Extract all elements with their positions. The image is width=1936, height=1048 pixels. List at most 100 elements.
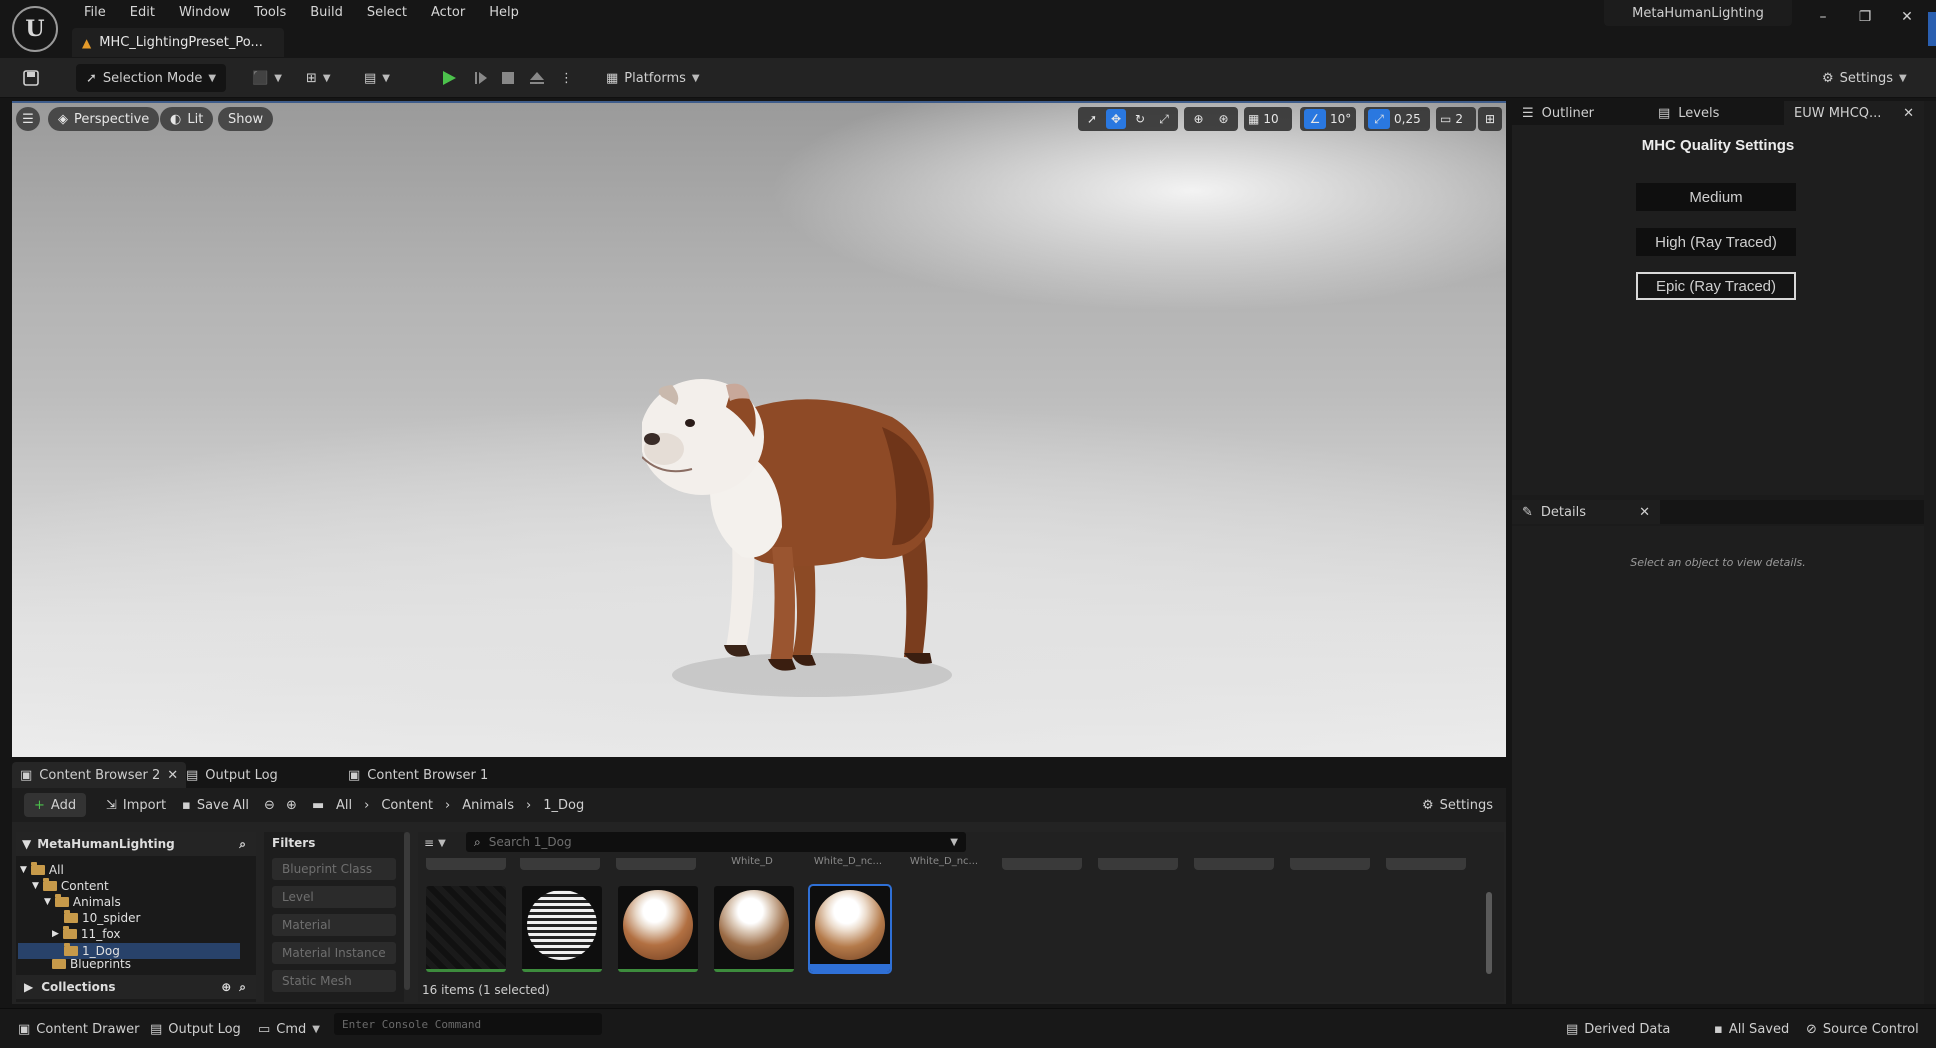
- selection-mode-dropdown[interactable]: ➚ Selection Mode ▼: [76, 64, 227, 92]
- menu-actor[interactable]: Actor: [419, 2, 477, 24]
- eject-icon[interactable]: [528, 64, 546, 92]
- console-command-input[interactable]: Enter Console Command: [334, 1013, 602, 1035]
- tab-outliner[interactable]: ☰ Outliner: [1512, 101, 1604, 125]
- tab-details[interactable]: ✎ Details ✕: [1512, 500, 1660, 524]
- output-log-button[interactable]: ▤ Output Log: [150, 1019, 241, 1039]
- asset-thumbnail-texture[interactable]: [426, 886, 506, 972]
- asset-tile[interactable]: [1098, 858, 1178, 870]
- asset-tile-name[interactable]: White_D_nc...: [808, 856, 888, 867]
- filter-blueprint-class[interactable]: Blueprint Class: [272, 858, 396, 880]
- add-actor-button[interactable]: ⬛ ▼: [252, 64, 282, 92]
- filter-material-instance[interactable]: Material Instance: [272, 942, 396, 964]
- filter-dropdown[interactable]: ≡ ▼: [424, 834, 454, 852]
- asset-grid-scrollbar[interactable]: [1486, 892, 1492, 974]
- menu-build[interactable]: Build: [298, 2, 355, 24]
- scale-icon[interactable]: ⤢: [1154, 109, 1174, 129]
- history-back-icon[interactable]: ⊖: [264, 793, 275, 817]
- filter-static-mesh[interactable]: Static Mesh: [272, 970, 396, 992]
- close-icon[interactable]: ✕: [167, 768, 178, 783]
- globe-icon[interactable]: ⊕: [1188, 109, 1209, 129]
- asset-tile-name[interactable]: White_D: [712, 856, 792, 867]
- asset-tile[interactable]: [426, 858, 506, 870]
- breadcrumb-1-dog[interactable]: 1_Dog: [543, 798, 584, 813]
- asset-tile[interactable]: [1194, 858, 1274, 870]
- tab-euw-mhcq[interactable]: EUW MHCQ... ✕: [1784, 101, 1924, 125]
- platforms-dropdown[interactable]: ▦ Platforms ▼: [606, 64, 700, 92]
- menu-select[interactable]: Select: [355, 2, 419, 24]
- tree-item-11-fox[interactable]: ▶ 11_fox: [52, 926, 121, 942]
- menu-file[interactable]: File: [72, 2, 118, 24]
- asset-tile[interactable]: [1290, 858, 1370, 870]
- select-arrow-icon[interactable]: ➚: [1082, 109, 1102, 129]
- search-icon[interactable]: ⌕: [239, 837, 246, 852]
- source-control-button[interactable]: ⊘ Source Control: [1806, 1019, 1919, 1039]
- translate-icon[interactable]: ✥: [1106, 109, 1126, 129]
- menu-tools[interactable]: Tools: [242, 2, 298, 24]
- filters-scrollbar[interactable]: [404, 832, 410, 990]
- lit-button[interactable]: ◐ Lit: [160, 107, 214, 131]
- bulldog-model[interactable]: [642, 357, 972, 717]
- breadcrumb-content[interactable]: Content: [381, 798, 433, 813]
- chevron-down-icon[interactable]: ▼: [950, 837, 958, 848]
- tab-output-log[interactable]: ▤ Output Log: [178, 762, 286, 788]
- close-icon[interactable]: ✕: [1888, 4, 1926, 30]
- asset-tile[interactable]: [1386, 858, 1466, 870]
- tree-item-all[interactable]: ▼ All: [20, 862, 64, 878]
- more-options-icon[interactable]: ⋮: [560, 64, 573, 92]
- asset-tile[interactable]: [520, 858, 600, 870]
- add-collection-icon[interactable]: ⊕: [221, 980, 231, 994]
- scale-snap-toggle[interactable]: ⤢ 0,25: [1364, 107, 1430, 131]
- close-icon[interactable]: ✕: [1639, 505, 1650, 520]
- level-viewport[interactable]: ☰ ◈ Perspective ◐ Lit Show ➚ ✥ ↻ ⤢ ⊕ ⊛ ▦…: [12, 101, 1506, 757]
- tree-item-animals[interactable]: ▼ Animals: [44, 894, 121, 910]
- asset-thumbnail-material-selected[interactable]: [808, 884, 892, 974]
- save-icon[interactable]: [22, 64, 40, 92]
- restore-icon[interactable]: ❐: [1846, 4, 1884, 30]
- collapse-icon[interactable]: ▼: [22, 837, 31, 851]
- asset-tile[interactable]: [616, 858, 696, 870]
- camera-speed-button[interactable]: ▭ 2: [1436, 107, 1476, 131]
- content-browser-settings-button[interactable]: ⚙ Settings: [1422, 793, 1493, 817]
- grid-snap-toggle[interactable]: ▦ 10: [1244, 107, 1292, 131]
- tab-content-browser-2[interactable]: ▣ Content Browser 2 ✕: [12, 762, 187, 788]
- show-button[interactable]: Show: [218, 107, 274, 131]
- quality-epic-button[interactable]: Epic (Ray Traced): [1636, 272, 1796, 300]
- menu-window[interactable]: Window: [167, 2, 242, 24]
- menu-edit[interactable]: Edit: [118, 2, 167, 24]
- asset-thumbnail-material[interactable]: [522, 886, 602, 972]
- close-icon[interactable]: ✕: [1903, 106, 1914, 121]
- import-button[interactable]: ⇲ Import: [106, 793, 166, 817]
- viewport-layout-icon[interactable]: ⊞: [1478, 107, 1502, 131]
- quality-medium-button[interactable]: Medium: [1636, 183, 1796, 211]
- minimize-icon[interactable]: –: [1804, 4, 1842, 30]
- rotation-snap-toggle[interactable]: ∠ 10°: [1300, 107, 1356, 131]
- asset-thumbnail-material[interactable]: [714, 886, 794, 972]
- folder-icon[interactable]: ▬: [312, 793, 324, 817]
- rotate-icon[interactable]: ↻: [1130, 109, 1150, 129]
- level-document-tab[interactable]: ▲ MHC_LightingPreset_Po...: [72, 28, 284, 57]
- history-forward-icon[interactable]: ⊕: [286, 793, 297, 817]
- surface-snap-icon[interactable]: ⊛: [1213, 109, 1234, 129]
- all-saved-button[interactable]: ▪ All Saved: [1714, 1019, 1789, 1039]
- derived-data-button[interactable]: ▤ Derived Data: [1566, 1019, 1670, 1039]
- breadcrumb-all[interactable]: All: [336, 798, 352, 813]
- hamburger-menu-icon[interactable]: ☰: [16, 107, 40, 131]
- tree-item-10-spider[interactable]: 10_spider: [64, 910, 140, 926]
- tree-item-1-dog[interactable]: 1_Dog: [64, 943, 120, 959]
- asset-search-input[interactable]: ⌕ Search 1_Dog ▼: [466, 832, 966, 852]
- perspective-button[interactable]: ◈ Perspective: [48, 107, 160, 131]
- tab-content-browser-1[interactable]: ▣ Content Browser 1: [340, 762, 496, 788]
- play-button[interactable]: [440, 64, 458, 92]
- content-drawer-button[interactable]: ▣ Content Drawer: [18, 1019, 139, 1039]
- collections-header[interactable]: ▶ Collections ⊕ ⌕: [16, 975, 256, 999]
- cmd-dropdown[interactable]: ▭ Cmd ▼: [258, 1019, 320, 1039]
- settings-dropdown[interactable]: ⚙ Settings ▼: [1822, 64, 1907, 92]
- blueprints-button[interactable]: ⊞ ▼: [306, 64, 331, 92]
- menu-help[interactable]: Help: [477, 2, 531, 24]
- filter-material[interactable]: Material: [272, 914, 396, 936]
- asset-tile[interactable]: [1002, 858, 1082, 870]
- cinematics-button[interactable]: ▤ ▼: [364, 64, 390, 92]
- add-button[interactable]: + Add: [24, 793, 87, 817]
- filter-level[interactable]: Level: [272, 886, 396, 908]
- tab-levels[interactable]: ▤ Levels: [1648, 101, 1729, 125]
